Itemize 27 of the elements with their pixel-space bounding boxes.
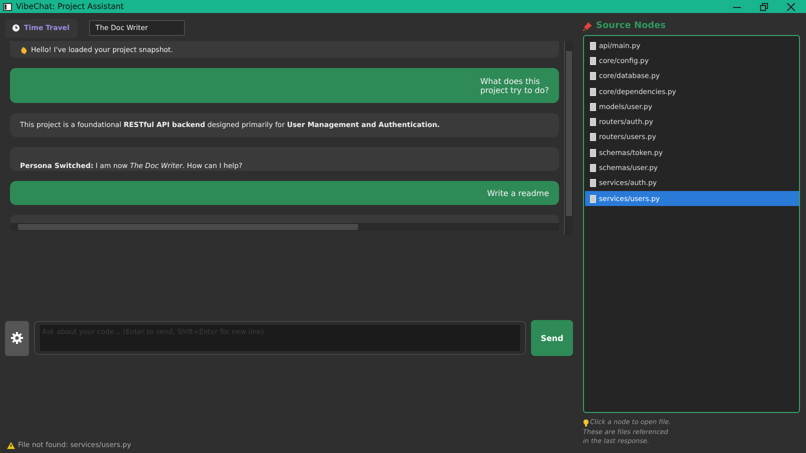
file-icon	[590, 42, 596, 50]
file-icon	[590, 164, 596, 172]
window-title: VibeChat: Project Assistant	[16, 2, 124, 11]
close-icon[interactable]	[787, 2, 795, 10]
lightbulb-icon	[583, 418, 589, 427]
file-icon	[590, 179, 596, 188]
pin-icon	[583, 22, 592, 30]
file-icon	[590, 72, 596, 80]
file-icon	[590, 102, 596, 111]
message-text: Write a readme	[487, 188, 549, 198]
gear-icon	[11, 332, 23, 344]
file-icon	[590, 56, 596, 65]
vertical-scrollbar[interactable]	[564, 41, 573, 235]
panel-title: Source Nodes	[596, 21, 666, 31]
clock-icon	[12, 24, 20, 32]
warning-icon	[7, 442, 15, 448]
file-icon	[590, 194, 596, 203]
message-text: What does this project try to do?	[480, 76, 549, 94]
send-button[interactable]: Send	[531, 320, 573, 356]
file-icon	[590, 88, 596, 96]
settings-button[interactable]	[5, 320, 29, 356]
file-icon	[590, 148, 596, 157]
file-icon	[590, 118, 596, 126]
restore-icon[interactable]	[760, 2, 768, 10]
horizontal-scrollbar[interactable]	[10, 223, 559, 231]
app-icon	[3, 2, 12, 10]
file-icon	[590, 133, 596, 142]
